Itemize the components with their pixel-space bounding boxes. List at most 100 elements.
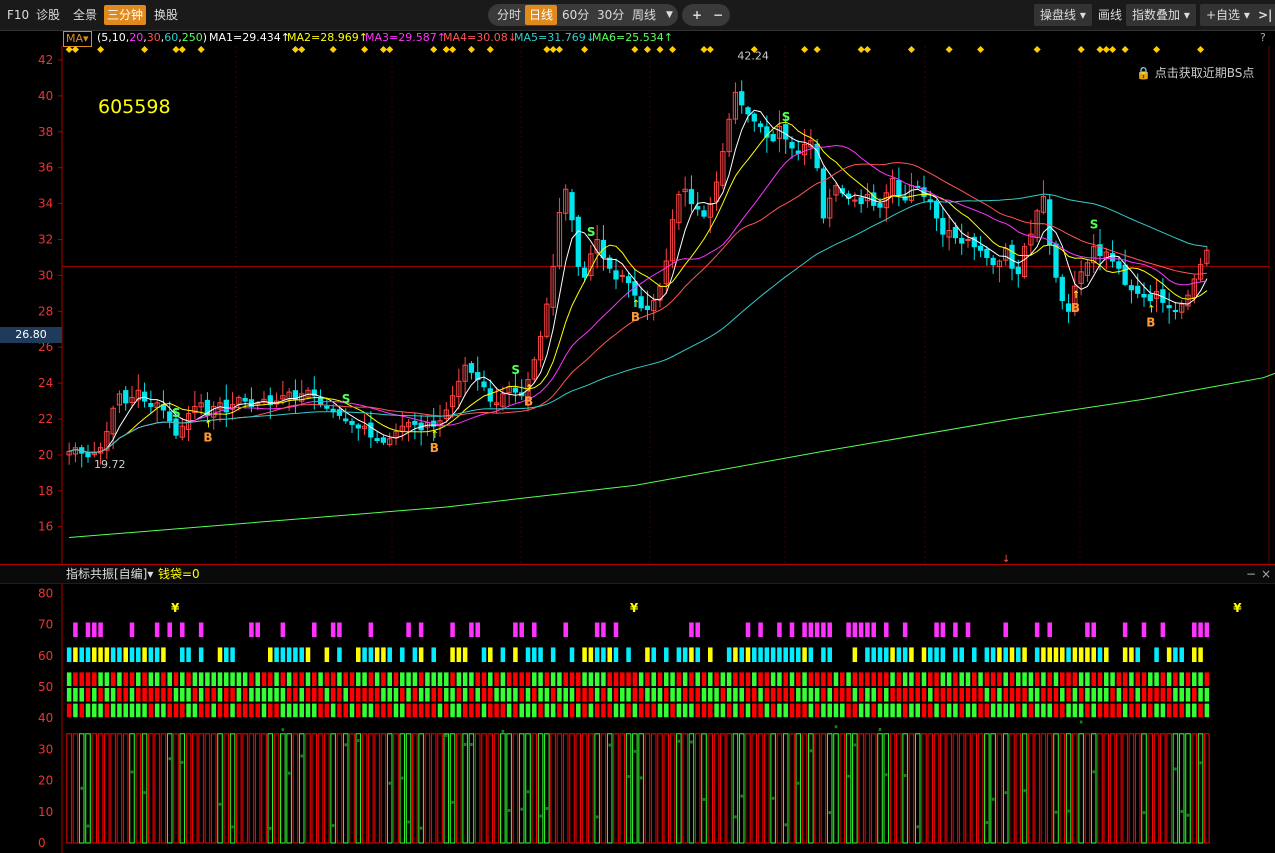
candle-body bbox=[1135, 285, 1141, 294]
resonance-block bbox=[620, 703, 625, 718]
resonance-block bbox=[1047, 688, 1052, 702]
candle-body bbox=[1109, 253, 1116, 262]
event-diamond-icon bbox=[291, 46, 299, 54]
resonance-block bbox=[1135, 688, 1140, 702]
panorama-button[interactable]: 全景 bbox=[70, 5, 100, 25]
event-diamond-icon bbox=[298, 46, 306, 54]
index-overlay-button[interactable]: 指数叠加 ▾ bbox=[1126, 4, 1196, 26]
volume-fill bbox=[1142, 811, 1146, 815]
signal-block bbox=[481, 647, 487, 663]
event-diamond-icon bbox=[65, 46, 73, 54]
candlestick-chart[interactable]: 4240383634323028262422201816 42.2419.72↑… bbox=[0, 46, 1275, 564]
resonance-block bbox=[1034, 703, 1040, 718]
draw-line-button[interactable]: 画线 bbox=[1092, 4, 1128, 26]
resonance-block bbox=[525, 703, 531, 718]
trend-block bbox=[858, 622, 864, 638]
trading-line-button[interactable]: 操盘线 ▾ bbox=[1034, 4, 1092, 26]
resonance-block bbox=[1085, 703, 1090, 718]
resonance-block bbox=[940, 688, 946, 702]
f10-button[interactable]: F10 bbox=[4, 5, 32, 25]
volume-bar bbox=[1178, 733, 1185, 844]
minimize-icon[interactable]: − bbox=[1246, 565, 1256, 583]
resonance-block bbox=[846, 672, 851, 686]
resonance-block bbox=[569, 672, 575, 686]
resonance-block bbox=[783, 672, 788, 686]
three-minute-button[interactable]: 三分钟 bbox=[104, 5, 147, 25]
signal-block bbox=[92, 647, 97, 663]
resonance-block bbox=[921, 688, 927, 702]
resonance-block bbox=[550, 703, 556, 718]
signal-block bbox=[1016, 647, 1021, 663]
signal-block bbox=[676, 647, 682, 663]
indicator-chart[interactable]: 80 70 60 50 40 30 20 10 0 ¥ ¥ ¥ bbox=[0, 584, 1275, 853]
volume-bar bbox=[500, 733, 506, 844]
resonance-block bbox=[1034, 672, 1040, 686]
resonance-block bbox=[978, 688, 983, 702]
help-icon[interactable]: ? bbox=[1260, 30, 1266, 46]
period-daily[interactable]: 日线 bbox=[525, 5, 558, 25]
volume-bar bbox=[713, 733, 720, 844]
volume-bar bbox=[374, 733, 380, 844]
period-60min[interactable]: 60分 bbox=[558, 5, 593, 25]
resonance-block bbox=[456, 703, 462, 718]
resonance-block bbox=[544, 672, 550, 686]
signal-block bbox=[456, 647, 462, 663]
resonance-block bbox=[997, 703, 1002, 718]
resonance-block bbox=[896, 703, 902, 718]
resonance-block bbox=[563, 688, 568, 702]
resonance-block bbox=[469, 688, 474, 702]
volume-fill bbox=[231, 825, 234, 829]
resonance-block bbox=[374, 688, 380, 702]
volume-fill bbox=[407, 820, 410, 824]
resonance-block bbox=[833, 688, 839, 702]
resonance-block bbox=[701, 672, 707, 686]
buy-signal-label: B bbox=[1071, 301, 1080, 315]
zoom-in-button[interactable]: + bbox=[688, 5, 706, 25]
add-watchlist-button[interactable]: +自选 ▾ bbox=[1200, 4, 1256, 26]
expand-panel-button[interactable]: >| bbox=[1254, 4, 1275, 26]
signal-block bbox=[136, 647, 141, 663]
resonance-block bbox=[544, 688, 550, 702]
indicator-selector[interactable]: 指标共振[自编]▾ bbox=[66, 565, 153, 583]
resonance-block bbox=[959, 703, 964, 718]
resonance-block bbox=[689, 703, 694, 718]
resonance-block bbox=[180, 703, 185, 718]
period-weekly[interactable]: 周线 bbox=[628, 5, 660, 25]
switch-stock-button[interactable]: 换股 bbox=[151, 5, 181, 25]
resonance-block bbox=[444, 688, 449, 702]
resonance-block bbox=[349, 703, 355, 718]
period-30min[interactable]: 30分 bbox=[593, 5, 628, 25]
resonance-block bbox=[532, 703, 537, 718]
resonance-block bbox=[632, 672, 638, 686]
trend-block bbox=[563, 622, 568, 638]
resonance-block bbox=[852, 703, 858, 718]
zoom-out-button[interactable]: − bbox=[709, 5, 727, 25]
event-diamond-icon bbox=[977, 46, 985, 54]
trend-block bbox=[154, 622, 160, 638]
resonance-block bbox=[324, 688, 330, 702]
resonance-block bbox=[299, 688, 304, 702]
volume-bar bbox=[1204, 733, 1210, 844]
period-dropdown-icon[interactable]: ▼ bbox=[662, 5, 677, 25]
signal-block bbox=[626, 647, 631, 663]
close-icon[interactable]: × bbox=[1261, 565, 1271, 583]
bs-points-hint[interactable]: 🔒 点击获取近期BS点 bbox=[1136, 64, 1254, 81]
volume-fill bbox=[287, 771, 291, 775]
diagnose-stock-button[interactable]: 诊股 bbox=[33, 5, 63, 25]
resonance-block bbox=[1041, 703, 1046, 718]
resonance-block bbox=[1192, 703, 1197, 718]
resonance-block bbox=[142, 672, 147, 686]
period-intraday[interactable]: 分时 bbox=[493, 5, 525, 25]
resonance-block bbox=[393, 703, 399, 718]
ma-indicator-selector[interactable]: MA▾ bbox=[63, 31, 92, 47]
candle-body bbox=[343, 418, 349, 422]
event-diamond-icon bbox=[329, 46, 337, 54]
resonance-block bbox=[657, 703, 663, 718]
resonance-block bbox=[1097, 703, 1103, 718]
volume-bar bbox=[814, 733, 820, 844]
volume-bar bbox=[971, 733, 978, 844]
volume-bar bbox=[613, 733, 619, 844]
resonance-block bbox=[444, 703, 449, 718]
trend-block bbox=[1160, 622, 1166, 638]
signal-block bbox=[682, 647, 688, 663]
